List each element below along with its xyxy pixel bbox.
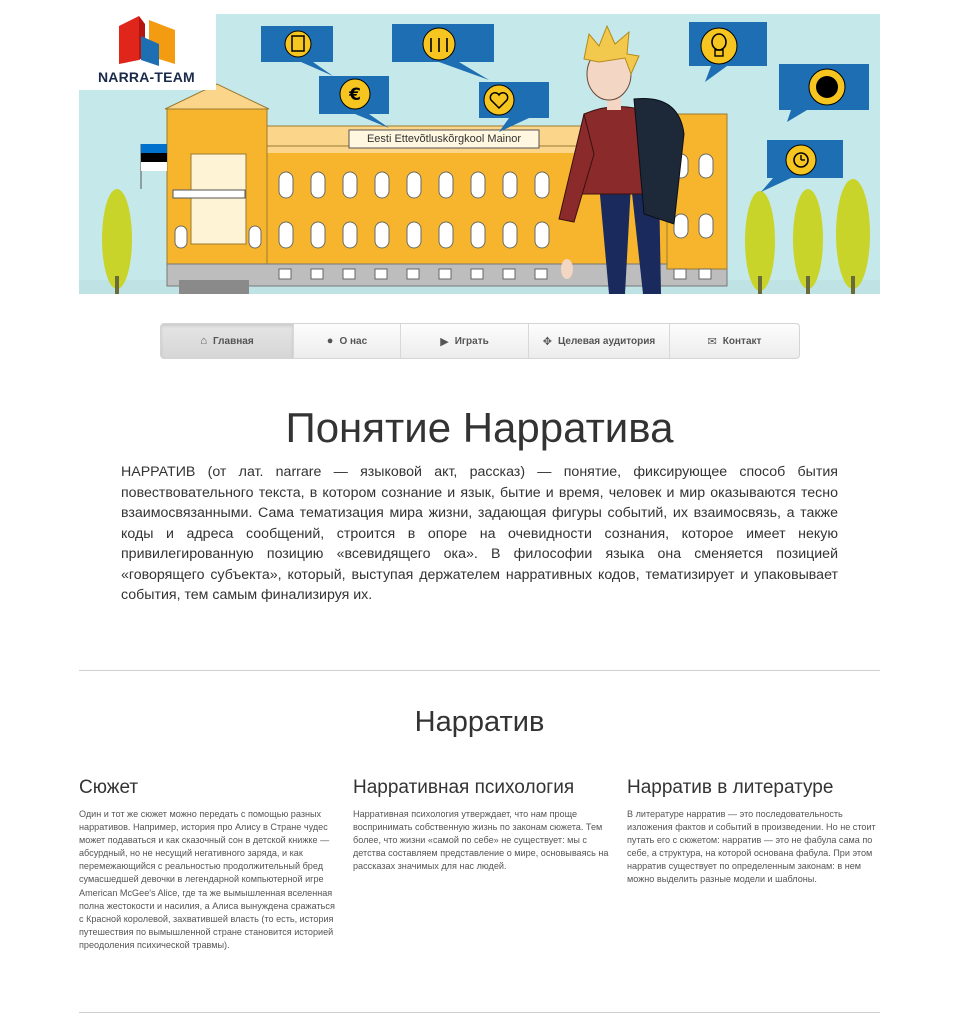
column-heading: Нарратив в литературе [627,777,834,798]
column-literature: Нарратив в литературе В литературе нарра… [627,777,885,887]
euro-icon: € [319,76,389,128]
clock-icon [761,140,843,192]
envelope-icon: ✉ [707,335,717,348]
nav-item-play[interactable]: ▶ Играть [401,324,529,358]
main-nav: ⌂ Главная ● О нас ▶ Играть ✥ Целевая ауд… [160,323,800,359]
flag-icon [140,144,167,189]
column-psychology: Нарративная психология Нарративная психо… [353,777,611,873]
column-text: Один и тот же сюжет можно передать с пом… [79,809,335,950]
globe-icon [779,64,869,122]
nav-item-label: Играть [454,335,489,347]
user-icon: ● [326,335,334,347]
nav-item-audience[interactable]: ✥ Целевая аудитория [529,324,670,358]
column-heading: Сюжет [79,777,139,798]
nav-item-label: Контакт [722,335,762,347]
nav-item-label: Целевая аудитория [557,335,656,347]
column-text: В литературе нарратив — это последовател… [627,809,876,885]
column-text: Нарративная психология утверждает, что н… [353,809,609,872]
clipboard-icon [261,26,333,76]
column-heading: Нарративная психология [353,777,575,798]
nav-item-label: О нас [339,335,368,347]
home-icon: ⌂ [200,335,207,347]
target-icon: ✥ [542,335,552,348]
nav-item-contact[interactable]: ✉ Контакт [670,324,799,358]
page-title: Понятие Нарратива [285,404,674,451]
people-icon [392,24,494,80]
heart-icon [479,82,549,132]
intro-paragraph: НАРРАТИВ (от лат. narrare — языковой акт… [121,464,838,603]
nav-item-about[interactable]: ● О нас [294,324,401,358]
site-logo[interactable]: NARRA-TEAM [79,14,216,90]
nav-item-home[interactable]: ⌂ Главная [161,324,294,358]
building-sign: Eesti Ettevõtluskõrgkool Mainor [366,133,522,145]
logo-text: NARRA-TEAM [98,69,195,85]
svg-text:€: € [348,85,361,105]
tree-icon [102,189,132,294]
nav-item-label: Главная [212,335,254,347]
divider [79,1012,880,1013]
divider [79,670,880,671]
play-icon: ▶ [440,335,449,348]
column-plot: Сюжет Один и тот же сюжет можно передать… [79,777,337,952]
tree-icon [745,179,870,294]
section-title: Нарратив [414,706,545,738]
lightbulb-icon [689,22,767,82]
